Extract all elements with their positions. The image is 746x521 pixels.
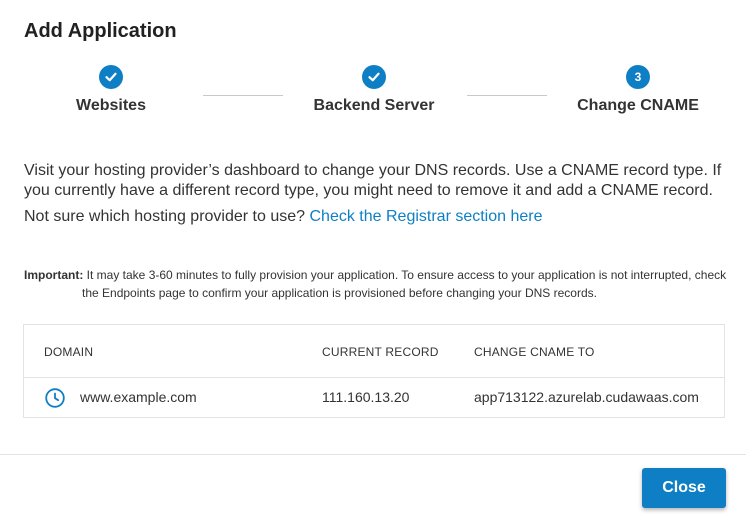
step-number: 3 — [626, 65, 650, 89]
help-question: Not sure which hosting provider to use? — [24, 208, 306, 225]
table-header: DOMAIN CURRENT RECORD CHANGE CNAME TO — [24, 325, 724, 378]
check-icon — [99, 65, 123, 89]
step-label: Websites — [76, 97, 146, 114]
important-text: the Endpoints page to confirm your appli… — [82, 286, 597, 300]
dns-records-table: DOMAIN CURRENT RECORD CHANGE CNAME TO ww… — [23, 324, 725, 418]
column-header-change-cname: CHANGE CNAME TO — [474, 345, 595, 359]
help-text: Not sure which hosting provider to use? … — [24, 208, 543, 226]
current-record-cell: 111.160.13.20 — [322, 389, 410, 405]
instructions-text: Visit your hosting provider’s dashboard … — [24, 162, 722, 199]
registrar-section-link[interactable]: Check the Registrar section here — [310, 208, 543, 225]
footer-divider — [0, 454, 746, 455]
important-text: It may take 3-60 minutes to fully provis… — [86, 268, 727, 282]
step-backend-server: Backend Server — [284, 62, 464, 115]
important-note: Important: It may take 3-60 minutes to f… — [24, 266, 729, 302]
step-websites: Websites — [21, 62, 201, 115]
table-row: www.example.com 111.160.13.20 app713122.… — [24, 378, 724, 418]
step-label: Change CNAME — [577, 97, 699, 114]
add-application-dialog: Add Application Websites Backend Server … — [0, 0, 746, 521]
dialog-title: Add Application — [24, 20, 177, 42]
step-connector — [203, 95, 283, 96]
column-header-domain: DOMAIN — [44, 345, 94, 359]
step-connector — [467, 95, 547, 96]
important-label: Important: — [24, 268, 84, 282]
column-header-current-record: CURRENT RECORD — [322, 345, 439, 359]
step-label: Backend Server — [313, 97, 435, 114]
clock-icon — [44, 387, 66, 409]
stepper: Websites Backend Server 3 Change CNAME — [0, 62, 746, 122]
close-button[interactable]: Close — [642, 468, 726, 508]
domain-cell: www.example.com — [80, 389, 197, 405]
step-change-cname: 3 Change CNAME — [548, 62, 728, 115]
check-icon — [362, 65, 386, 89]
change-cname-cell: app713122.azurelab.cudawaas.com — [474, 389, 699, 405]
